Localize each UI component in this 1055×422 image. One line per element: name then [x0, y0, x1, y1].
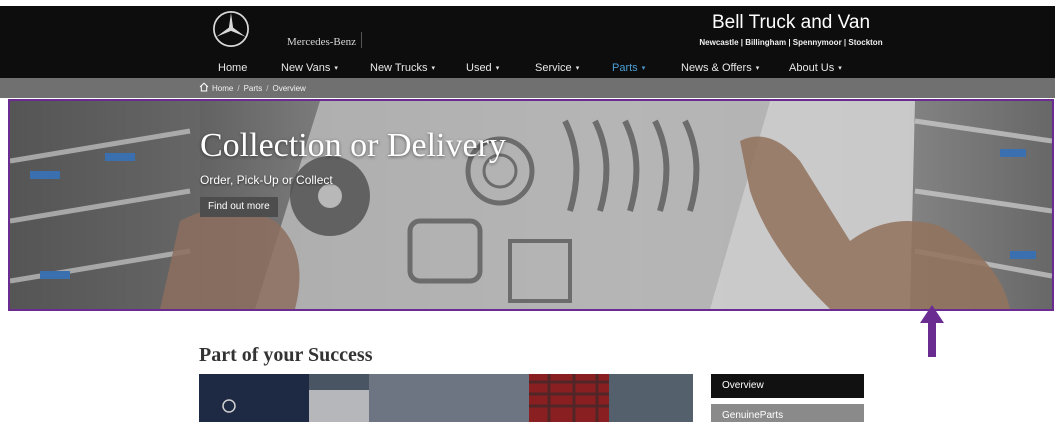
side-menu: Overview GenuineParts — [711, 374, 864, 422]
main-nav: Home New Vans ▾ New Trucks ▾ Used ▾ Service… — [0, 54, 1055, 78]
nav-item-label: New Vans — [281, 62, 331, 74]
mercedes-star-icon[interactable] — [212, 10, 250, 48]
breadcrumb-overview: Overview — [272, 84, 306, 93]
hero-image — [10, 101, 1052, 309]
nav-item-parts[interactable]: Parts ▾ — [612, 62, 645, 74]
chevron-down-icon: ▾ — [431, 65, 435, 72]
chevron-down-icon: ▾ — [334, 65, 338, 72]
nav-item-label: Used — [466, 62, 492, 74]
chevron-down-icon: ▾ — [575, 65, 580, 72]
nav-item-new-vans[interactable]: New Vans ▾ — [281, 62, 338, 74]
nav-item-label: New Trucks — [370, 62, 428, 74]
nav-item-news-offers[interactable]: News & Offers ▾ — [681, 62, 759, 74]
content-photo — [199, 374, 693, 422]
breadcrumb: Home / Parts / Overview — [199, 82, 306, 93]
breadcrumb-home[interactable]: Home — [212, 84, 233, 93]
breadcrumb-separator: / — [237, 84, 240, 93]
site-header: Mercedes-Benz Bell Truck and Van Newcast… — [0, 0, 1055, 54]
nav-item-label: Parts — [612, 62, 638, 74]
hero-subtitle: Order, Pick-Up or Collect — [200, 173, 333, 187]
side-menu-overview[interactable]: Overview — [711, 374, 864, 398]
chevron-down-icon: ▾ — [755, 65, 760, 72]
arrow-up-icon — [920, 305, 944, 357]
nav-item-label: Service — [535, 62, 572, 74]
hero-banner: Collection or Delivery Order, Pick-Up or… — [8, 99, 1054, 311]
dealer-locations: Newcastle | Billingham | Spennymoor | St… — [699, 38, 883, 47]
nav-item-about-us[interactable]: About Us ▾ — [789, 62, 842, 74]
nav-item-new-trucks[interactable]: New Trucks ▾ — [370, 62, 435, 74]
find-out-more-button[interactable]: Find out more — [200, 197, 278, 217]
side-menu-genuine-parts[interactable]: GenuineParts — [711, 404, 864, 422]
nav-item-home[interactable]: Home — [218, 62, 247, 74]
nav-item-service[interactable]: Service ▾ — [535, 62, 579, 74]
chevron-down-icon: ▾ — [838, 65, 842, 72]
content-image — [199, 374, 693, 422]
dealer-name[interactable]: Bell Truck and Van — [660, 12, 922, 34]
chevron-down-icon: ▾ — [495, 65, 500, 72]
brand-name[interactable]: Mercedes-Benz — [287, 36, 356, 48]
nav-item-used[interactable]: Used ▾ — [466, 62, 499, 74]
breadcrumb-separator: / — [266, 84, 269, 93]
nav-item-label: Home — [218, 62, 248, 74]
nav-item-label: News & Offers — [681, 62, 752, 74]
chevron-down-icon: ▾ — [641, 65, 646, 72]
nav-item-label: About Us — [789, 62, 835, 74]
brand-divider — [361, 32, 362, 48]
home-icon[interactable] — [199, 82, 209, 92]
breadcrumb-parts[interactable]: Parts — [244, 84, 263, 93]
section-title: Part of your Success — [199, 344, 373, 366]
hero-title: Collection or Delivery — [200, 127, 506, 164]
breadcrumb-bar: Home / Parts / Overview — [0, 78, 1055, 98]
